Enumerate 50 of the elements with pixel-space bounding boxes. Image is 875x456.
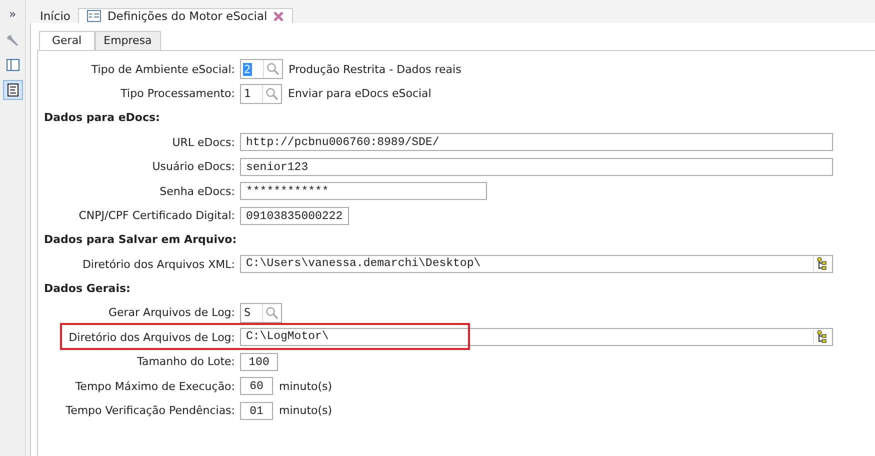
field-label: Senha eDocs:: [158, 184, 235, 198]
sidebar-item[interactable]: [2, 80, 22, 100]
field-label: Gerar Arquivos de Log:: [107, 306, 235, 320]
input-field[interactable]: senior123: [240, 158, 833, 176]
field-label: CNPJ/CPF Certificado Digital:: [78, 209, 235, 222]
tab-label: Início: [40, 8, 70, 22]
field-label: Tempo Verificação Pendências:: [64, 404, 235, 418]
expand-button[interactable]: »: [8, 8, 16, 20]
search-icon[interactable]: [262, 304, 281, 322]
field-label: Diretório dos Arquivos de Log:: [68, 330, 235, 344]
unit-label: minuto(s): [279, 380, 332, 393]
description-text: Enviar para eDocs eSocial: [288, 87, 432, 100]
input-field[interactable]: 01: [240, 402, 273, 420]
tab[interactable]: Início: [32, 8, 78, 23]
field-label: Tipo de Ambiente eSocial:: [90, 62, 235, 76]
lookup-field[interactable]: 1: [240, 84, 282, 104]
folder-tree-icon[interactable]: [813, 330, 827, 344]
form-icon: [6, 83, 20, 97]
field-label: Tempo Máximo de Execução:: [74, 380, 235, 393]
folder-tree-icon[interactable]: [813, 257, 827, 272]
input-field[interactable]: C:\Users\vanessa.demarchi\Desktop\: [240, 255, 833, 274]
section-heading: Dados para Salvar em Arquivo:: [43, 232, 238, 248]
field-value: 2: [243, 62, 252, 76]
section-heading: Dados para eDocs:: [43, 110, 161, 126]
description-text: Produção Restrita - Dados reais: [288, 62, 462, 76]
field-value: S: [243, 306, 252, 320]
input-field[interactable]: 09103835000222: [240, 206, 349, 225]
field-label: Tipo Processamento:: [120, 87, 235, 100]
wrench-icon: [6, 34, 20, 48]
field-label: Diretório dos Arquivos XML:: [81, 258, 235, 271]
tab[interactable]: Definições do Motor eSocial: [78, 8, 294, 23]
input-field[interactable]: ************: [240, 182, 487, 200]
field-label: URL eDocs:: [171, 136, 235, 149]
input-field[interactable]: 60: [240, 377, 273, 396]
field-label: Usuário eDocs:: [151, 160, 235, 174]
unit-label: minuto(s): [279, 404, 332, 418]
tab[interactable]: Geral: [39, 31, 95, 50]
field-value: 1: [243, 87, 252, 100]
input-field[interactable]: C:\LogMotor\: [240, 328, 833, 346]
search-icon[interactable]: [262, 60, 282, 78]
field-label: Tamanho do Lote:: [136, 355, 235, 368]
search-icon[interactable]: [262, 84, 281, 103]
close-icon[interactable]: [273, 10, 284, 22]
input-field[interactable]: http://pcbnu006760:8989/SDE/: [240, 133, 833, 152]
tab-label: Definições do Motor eSocial: [107, 9, 268, 23]
window-icon: [6, 58, 20, 72]
lookup-field[interactable]: S: [240, 302, 282, 323]
input-field[interactable]: 100: [240, 352, 278, 371]
section-heading: Dados Gerais:: [43, 280, 132, 296]
tab[interactable]: Empresa: [94, 31, 161, 50]
